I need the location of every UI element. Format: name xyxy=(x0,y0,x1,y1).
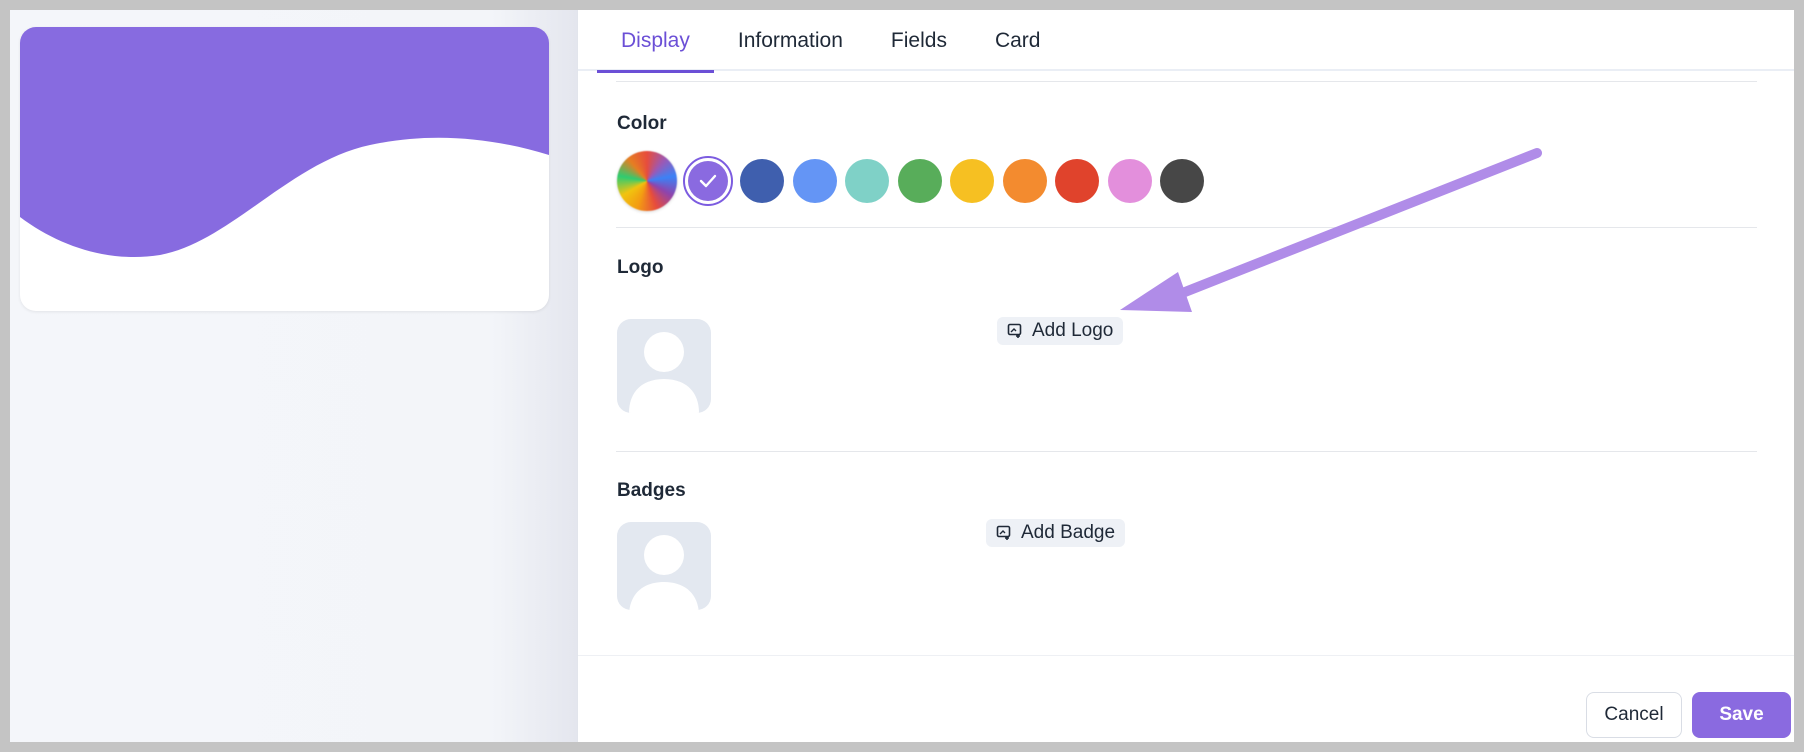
swatch-purple[interactable] xyxy=(683,156,733,206)
color-swatches xyxy=(617,151,1213,211)
card-preview-pane xyxy=(10,10,577,742)
badge-placeholder xyxy=(617,522,711,610)
image-add-icon xyxy=(1007,323,1022,338)
tab-display[interactable]: Display xyxy=(597,10,714,73)
swatch-custom-color[interactable] xyxy=(617,151,677,211)
swatch-pink[interactable] xyxy=(1107,159,1152,203)
color-section-label: Color xyxy=(617,113,667,134)
add-badge-button[interactable]: Add Badge xyxy=(986,519,1126,547)
logo-section-label: Logo xyxy=(617,257,664,278)
tab-bar: Display Information Fields Card xyxy=(578,10,1794,73)
editor-panel: Display Information Fields Card Color Lo… xyxy=(577,10,1794,742)
swatch-yellow[interactable] xyxy=(950,159,994,203)
person-icon xyxy=(629,332,699,413)
swatch-blue[interactable] xyxy=(792,159,837,203)
tab-fields[interactable]: Fields xyxy=(867,10,971,71)
person-icon xyxy=(629,535,699,610)
check-icon xyxy=(699,174,717,188)
add-logo-button[interactable]: Add Logo xyxy=(997,317,1124,345)
add-logo-label: Add Logo xyxy=(1032,320,1114,341)
cancel-button[interactable]: Cancel xyxy=(1586,692,1682,738)
tab-card[interactable]: Card xyxy=(971,10,1065,71)
badges-section-label: Badges xyxy=(617,480,686,501)
swatch-teal[interactable] xyxy=(845,159,889,203)
dialog-footer: Cancel Save xyxy=(578,655,1794,742)
swatch-red[interactable] xyxy=(1055,159,1099,203)
swatch-dark-blue[interactable] xyxy=(740,159,784,203)
divider xyxy=(616,451,1757,452)
divider xyxy=(616,227,1757,228)
card-wave-header xyxy=(20,27,549,258)
tab-information[interactable]: Information xyxy=(714,10,867,71)
card-preview xyxy=(20,27,549,311)
app-frame: Display Information Fields Card Color Lo… xyxy=(10,10,1794,742)
swatch-dark-gray[interactable] xyxy=(1160,159,1204,203)
logo-placeholder xyxy=(617,319,711,413)
swatch-orange[interactable] xyxy=(1002,159,1047,203)
image-add-icon xyxy=(996,525,1011,540)
add-badge-label: Add Badge xyxy=(1021,522,1116,543)
divider xyxy=(616,81,1757,82)
save-button[interactable]: Save xyxy=(1692,692,1791,738)
swatch-green[interactable] xyxy=(897,159,942,203)
